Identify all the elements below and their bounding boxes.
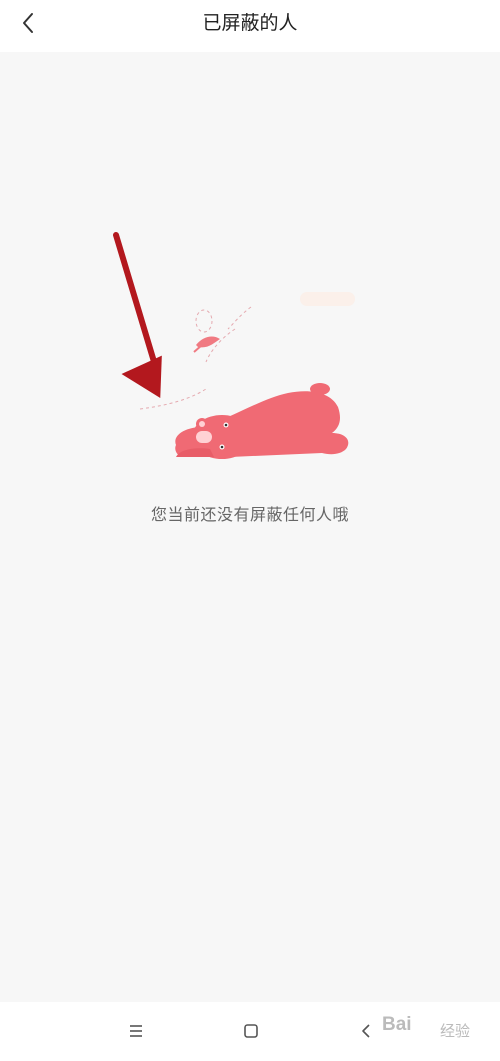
empty-state-area: 您当前还没有屏蔽任何人哦 — [0, 52, 500, 1002]
menu-icon — [130, 1025, 142, 1037]
page-title: 已屏蔽的人 — [202, 12, 298, 34]
watermark-subtitle: 经验 — [440, 1022, 471, 1040]
top-bar: 已屏蔽的人 — [0, 0, 500, 52]
nav-home-button[interactable] — [229, 1014, 273, 1050]
sleeping-bear-illustration — [139, 292, 355, 459]
home-square-icon — [244, 1024, 258, 1038]
watermark-brand: Bai — [382, 1014, 412, 1035]
empty-state-message: 您当前还没有屏蔽任何人哦 — [150, 505, 349, 524]
baidu-jingyan-watermark: Bai 经验 — [380, 1008, 498, 1058]
nav-menu-button[interactable] — [114, 1014, 158, 1050]
